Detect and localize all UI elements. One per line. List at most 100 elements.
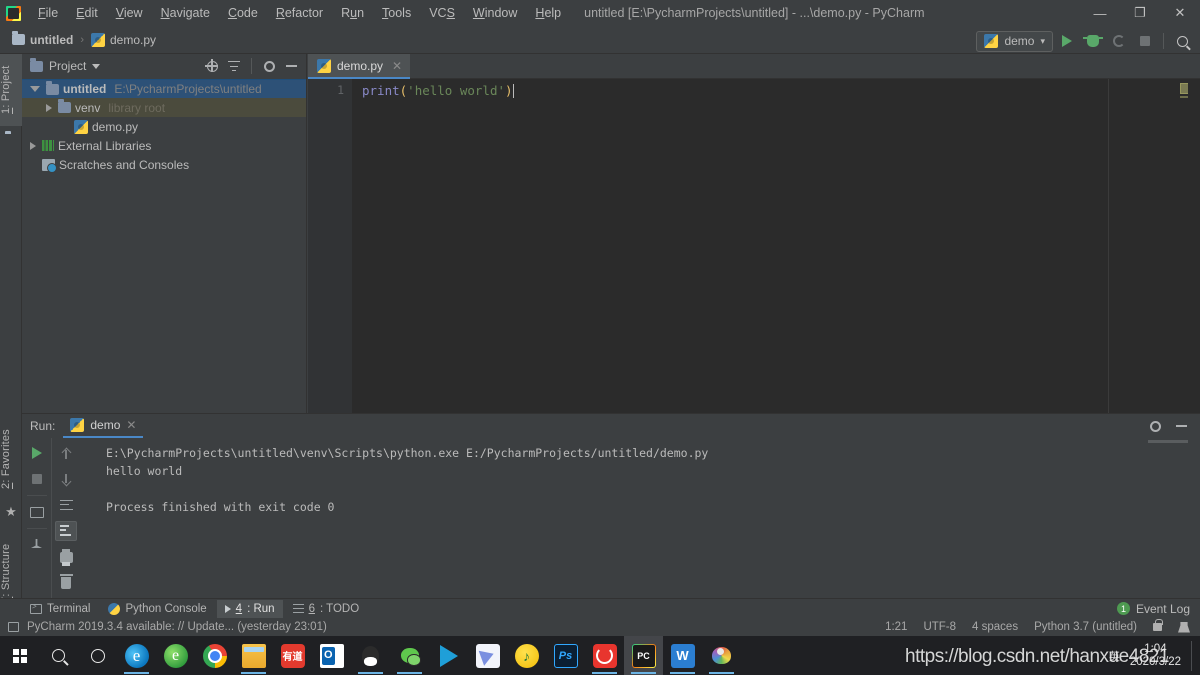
menu-item-vcs[interactable]: VCS bbox=[420, 2, 464, 24]
close-icon[interactable]: ✕ bbox=[126, 418, 136, 432]
dump-threads-button[interactable] bbox=[26, 502, 48, 522]
tree-node-venv[interactable]: venv library root bbox=[22, 98, 306, 117]
hide-run-panel-button[interactable] bbox=[1172, 417, 1190, 435]
indent-setting[interactable]: 4 spaces bbox=[972, 621, 1018, 633]
file-encoding[interactable]: UTF-8 bbox=[923, 621, 956, 633]
chevron-down-icon[interactable] bbox=[92, 63, 101, 69]
paint-icon[interactable] bbox=[702, 636, 741, 675]
run-configuration-selector[interactable]: demo ▾ bbox=[976, 30, 1053, 52]
bottom-tab-label: Terminal bbox=[47, 602, 91, 615]
stop-process-button[interactable] bbox=[26, 469, 48, 489]
search-button[interactable] bbox=[39, 636, 78, 675]
run-tab-demo[interactable]: demo ✕ bbox=[63, 414, 144, 438]
menu-item-file[interactable]: File bbox=[29, 2, 67, 24]
360-browser-icon[interactable] bbox=[156, 636, 195, 675]
stop-button[interactable] bbox=[1133, 30, 1157, 52]
collapse-all-button[interactable] bbox=[225, 57, 243, 75]
minimize-button[interactable]: — bbox=[1080, 0, 1120, 26]
cortana-button[interactable] bbox=[78, 636, 117, 675]
select-opened-file-button[interactable] bbox=[203, 57, 221, 75]
up-stacktrace-button[interactable] bbox=[55, 443, 77, 463]
start-button[interactable] bbox=[0, 636, 39, 675]
search-everywhere-button[interactable] bbox=[1170, 30, 1194, 52]
menu-item-navigate[interactable]: Navigate bbox=[152, 2, 219, 24]
menu-item-refactor[interactable]: Refactor bbox=[267, 2, 332, 24]
breadcrumb-project[interactable]: untitled bbox=[8, 31, 77, 49]
menu-item-edit[interactable]: Edit bbox=[67, 2, 107, 24]
breadcrumb-file[interactable]: demo.py bbox=[87, 31, 160, 49]
code-text[interactable]: print('hello world') bbox=[352, 79, 1200, 413]
hide-tool-windows-icon[interactable] bbox=[1178, 621, 1190, 633]
restore-button[interactable]: ❐ bbox=[1120, 0, 1160, 26]
coverage-button[interactable] bbox=[1107, 30, 1131, 52]
print-button[interactable] bbox=[55, 547, 77, 567]
run-tool-window: Run: demo ✕ E:\PycharmProjects\untitled\… bbox=[22, 413, 1200, 599]
outlook-icon[interactable] bbox=[312, 636, 351, 675]
editor-scrollbar[interactable] bbox=[1188, 79, 1200, 413]
tree-node-external-libraries[interactable]: External Libraries bbox=[22, 136, 306, 155]
run-console-output[interactable]: E:\PycharmProjects\untitled\venv\Scripts… bbox=[86, 438, 1170, 599]
editor-body[interactable]: 1 print('hello world') bbox=[308, 79, 1200, 413]
divider bbox=[26, 495, 47, 496]
show-desktop-button[interactable] bbox=[1191, 640, 1194, 671]
down-stacktrace-button[interactable] bbox=[55, 469, 77, 489]
pin-tab-button[interactable] bbox=[26, 535, 48, 555]
bottom-tab-terminal[interactable]: Terminal bbox=[22, 600, 98, 618]
potplayer-icon[interactable] bbox=[429, 636, 468, 675]
wps-office-icon[interactable] bbox=[663, 636, 702, 675]
tree-node-untitled[interactable]: untitled E:\PycharmProjects\untitled bbox=[22, 79, 306, 98]
run-button[interactable] bbox=[1055, 30, 1079, 52]
run-configuration-label: demo bbox=[1004, 34, 1035, 48]
youdao-dict-icon[interactable]: 有道 bbox=[273, 636, 312, 675]
netease-music-icon[interactable] bbox=[585, 636, 624, 675]
taskbar-clock[interactable]: 1:04 2020/3/22 bbox=[1130, 643, 1181, 669]
event-log-area[interactable]: 1 Event Log bbox=[1116, 602, 1200, 616]
editor-area: demo.py ✕ 1 print('hello world') bbox=[308, 54, 1200, 413]
tree-node-scratches-and-consoles[interactable]: Scratches and Consoles bbox=[22, 155, 306, 174]
rerun-button[interactable] bbox=[26, 443, 48, 463]
menu-item-window[interactable]: Window bbox=[464, 2, 526, 24]
lock-icon[interactable] bbox=[1153, 619, 1163, 631]
scroll-to-end-button[interactable] bbox=[55, 521, 77, 541]
blue-bird-app-icon[interactable] bbox=[468, 636, 507, 675]
close-icon[interactable]: ✕ bbox=[392, 59, 402, 73]
menu-item-run[interactable]: Run bbox=[332, 2, 373, 24]
bottom-tab-python-console[interactable]: Python Console bbox=[100, 600, 214, 618]
chevron-right-icon[interactable] bbox=[30, 141, 36, 150]
sidebar-tab-project[interactable]: 1: Project bbox=[0, 54, 22, 126]
menu-item-help[interactable]: Help bbox=[526, 2, 570, 24]
project-settings-button[interactable] bbox=[260, 57, 278, 75]
pycharm-icon[interactable] bbox=[624, 636, 663, 675]
menu-item-code[interactable]: Code bbox=[219, 2, 267, 24]
editor-tab-demo-py[interactable]: demo.py ✕ bbox=[308, 54, 411, 79]
bottom-tab-run[interactable]: 4: Run bbox=[216, 599, 283, 618]
chevron-right-icon[interactable] bbox=[46, 103, 52, 112]
chrome-icon[interactable] bbox=[195, 636, 234, 675]
tree-node-demo-py[interactable]: demo.py bbox=[22, 117, 306, 136]
hide-panel-button[interactable] bbox=[282, 57, 300, 75]
soft-wrap-button[interactable] bbox=[55, 495, 77, 515]
chevron-down-icon[interactable] bbox=[30, 86, 40, 92]
close-button[interactable]: ✕ bbox=[1160, 0, 1200, 26]
edge-icon[interactable] bbox=[117, 636, 156, 675]
wechat-icon[interactable] bbox=[390, 636, 429, 675]
console-scrollbar[interactable] bbox=[1148, 440, 1188, 443]
qq-icon[interactable] bbox=[351, 636, 390, 675]
menu-item-tools[interactable]: Tools bbox=[373, 2, 420, 24]
qq-music-icon[interactable] bbox=[507, 636, 546, 675]
debug-button[interactable] bbox=[1081, 30, 1105, 52]
sidebar-tab-favorites[interactable]: 2: Favorites bbox=[0, 416, 22, 502]
photoshop-icon[interactable]: Ps bbox=[546, 636, 585, 675]
caret-position[interactable]: 1:21 bbox=[885, 621, 907, 633]
project-panel-header: Project bbox=[22, 54, 306, 78]
python-interpreter[interactable]: Python 3.7 (untitled) bbox=[1034, 621, 1137, 633]
menu-item-view[interactable]: View bbox=[107, 2, 152, 24]
status-message[interactable]: PyCharm 2019.3.4 available: // Update...… bbox=[27, 621, 327, 633]
bottom-tab-todo[interactable]: 6: TODO bbox=[285, 600, 368, 618]
run-settings-button[interactable] bbox=[1146, 417, 1164, 435]
clear-all-button[interactable] bbox=[55, 573, 77, 593]
ime-indicator[interactable]: 英 bbox=[1109, 648, 1120, 664]
outlook-icon bbox=[319, 643, 344, 668]
file-explorer-icon[interactable] bbox=[234, 636, 273, 675]
bottom-tool-stripe: Terminal Python Console 4: Run 6: TODO 1 Ev… bbox=[0, 598, 1200, 618]
